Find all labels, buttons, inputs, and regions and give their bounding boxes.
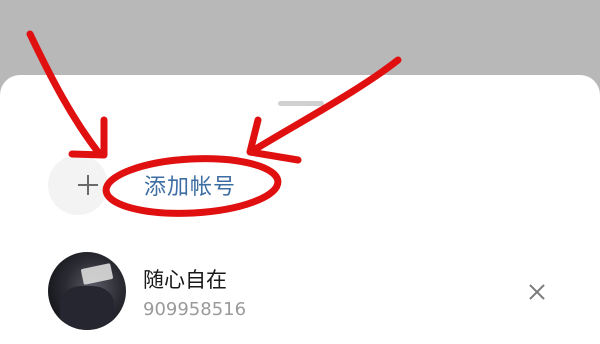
- screen: 添加帐号 随心自在 909958516: [0, 0, 600, 344]
- add-account-label[interactable]: 添加帐号: [144, 169, 236, 201]
- sheet-drag-handle[interactable]: [278, 101, 324, 106]
- add-account-circle[interactable]: [48, 155, 108, 215]
- avatar-highlight: [80, 263, 114, 285]
- avatar-figure: [60, 286, 114, 330]
- avatar: [48, 252, 126, 330]
- account-list-item[interactable]: 随心自在 909958516: [0, 250, 600, 332]
- account-id: 909958516: [143, 299, 247, 320]
- close-icon[interactable]: [527, 282, 547, 302]
- add-account-button[interactable]: 添加帐号: [48, 155, 348, 215]
- plus-icon: [78, 175, 98, 195]
- account-switch-sheet: 添加帐号 随心自在 909958516: [0, 75, 600, 344]
- account-name: 随心自在: [143, 268, 227, 292]
